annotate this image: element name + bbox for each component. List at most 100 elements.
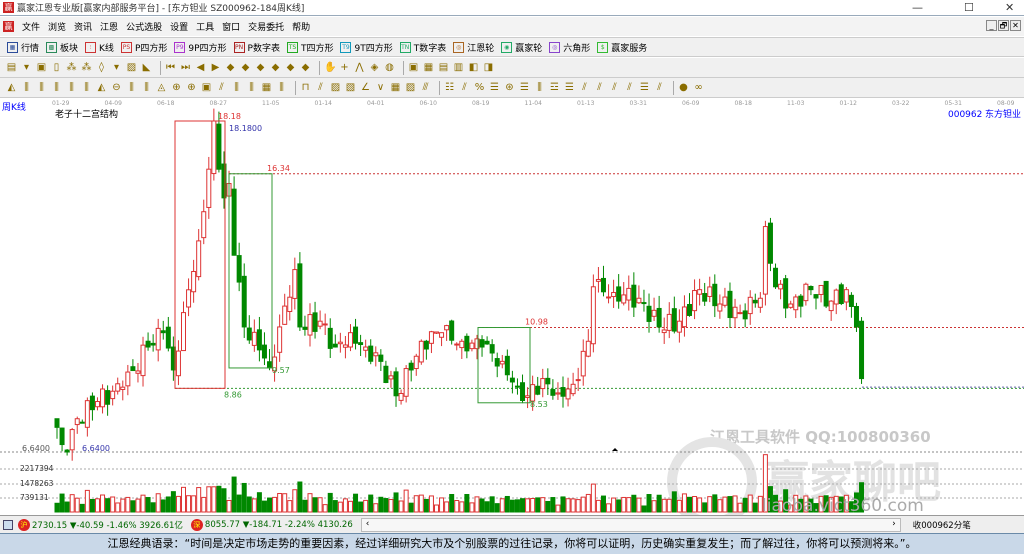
grid-icon[interactable]	[3, 519, 13, 530]
tool-icon[interactable]: ▣	[201, 82, 212, 94]
tool-icon[interactable]: ∠	[360, 82, 371, 94]
tool-icon[interactable]: ⫼	[51, 82, 62, 94]
tool-icon[interactable]: ▣	[36, 62, 47, 74]
tool-icon[interactable]: ◆	[240, 62, 251, 74]
tool-icon[interactable]: ◆	[225, 62, 236, 74]
tool-icon[interactable]: ⫽	[654, 82, 665, 94]
tool-icon[interactable]: ▾	[111, 62, 122, 74]
toolbar-button-0[interactable]: ▦ 行情	[7, 41, 39, 54]
tool-icon[interactable]: ⁂	[66, 62, 77, 74]
tool-icon[interactable]: ⋀	[354, 62, 365, 74]
tool-icon[interactable]: ◬	[156, 82, 167, 94]
toolbar-button-10[interactable]: ◉ 赢家轮	[501, 41, 542, 54]
tool-icon[interactable]: ⫽	[609, 82, 620, 94]
tool-icon[interactable]: ◨	[483, 62, 494, 74]
kline-chart[interactable]: 01-29 04-09 06-18 08-27 11-05 01-14 04-01 06-10…	[0, 97, 1024, 527]
maximize-button[interactable]: ☐	[964, 1, 974, 14]
tool-icon[interactable]: ◣	[141, 62, 152, 74]
tool-icon[interactable]: %	[474, 82, 485, 94]
tool-icon[interactable]: ☷	[444, 82, 455, 94]
tool-icon[interactable]: ◀	[195, 62, 206, 74]
menu-1[interactable]: 浏览	[48, 23, 66, 33]
tool-icon[interactable]: ⫽	[216, 82, 227, 94]
toolbar-button-6[interactable]: TS T四方形	[286, 41, 333, 54]
tool-icon[interactable]: ▨	[126, 62, 137, 74]
tool-icon[interactable]: ⫽	[315, 82, 326, 94]
toolbar-button-7[interactable]: T9 9T四方形	[340, 41, 393, 54]
tool-icon[interactable]: ▾	[21, 62, 32, 74]
tool-icon[interactable]: ⊓	[300, 82, 311, 94]
tool-icon[interactable]: ⊖	[111, 82, 122, 94]
tool-icon[interactable]: ⁂	[81, 62, 92, 74]
tool-icon[interactable]: ◭	[6, 82, 17, 94]
tool-icon[interactable]: ▧	[345, 82, 356, 94]
tool-icon[interactable]: ●	[678, 82, 689, 94]
tool-icon[interactable]: ⫼	[276, 82, 287, 94]
mdi-restore-button[interactable]: 🗗	[998, 20, 1009, 31]
menu-9[interactable]: 帮助	[292, 23, 310, 33]
toolbar-button-3[interactable]: PS P四方形	[120, 41, 167, 54]
menu-4[interactable]: 公式选股	[126, 23, 162, 33]
tool-icon[interactable]: ⫻	[420, 82, 431, 94]
tick-detail-link[interactable]: 收000962分笔	[913, 519, 971, 531]
tool-icon[interactable]: ▤	[6, 62, 17, 74]
tool-icon[interactable]: ▶	[210, 62, 221, 74]
tool-icon[interactable]: ▨	[405, 82, 416, 94]
tool-icon[interactable]: ⊕	[186, 82, 197, 94]
tool-icon[interactable]: ▤	[438, 62, 449, 74]
tool-icon[interactable]: ⫼	[534, 82, 545, 94]
tool-icon[interactable]: ⊛	[504, 82, 515, 94]
tool-icon[interactable]: ▥	[453, 62, 464, 74]
tool-icon[interactable]: ⫼	[21, 82, 32, 94]
tool-icon[interactable]: ▯	[51, 62, 62, 74]
toolbar-button-11[interactable]: ◎ 六角形	[549, 41, 590, 54]
tool-icon[interactable]: ∞	[693, 82, 704, 94]
tool-icon[interactable]: ⫼	[36, 82, 47, 94]
tool-icon[interactable]: ⫽	[624, 82, 635, 94]
menu-8[interactable]: 交易委托	[248, 23, 284, 33]
menu-0[interactable]: 文件	[22, 23, 40, 33]
tool-icon[interactable]: ⫼	[141, 82, 152, 94]
tool-icon[interactable]: ▦	[261, 82, 272, 94]
tool-icon[interactable]: ☰	[639, 82, 650, 94]
app-menu-icon[interactable]: 赢	[3, 21, 14, 32]
toolbar-button-4[interactable]: P9 9P四方形	[174, 41, 227, 54]
menu-2[interactable]: 资讯	[74, 23, 92, 33]
toolbar-button-2[interactable]: ⫶ K线	[85, 41, 114, 54]
tool-icon[interactable]: ⊕	[171, 82, 182, 94]
mdi-minimize-button[interactable]: _	[986, 20, 997, 31]
toolbar-button-5[interactable]: PN P数字表	[233, 41, 280, 54]
tool-icon[interactable]: ⫼	[246, 82, 257, 94]
tool-icon[interactable]: ◆	[270, 62, 281, 74]
tool-icon[interactable]: ▣	[408, 62, 419, 74]
tool-icon[interactable]: ☰	[519, 82, 530, 94]
menu-7[interactable]: 窗口	[222, 23, 240, 33]
tool-icon[interactable]: ◊	[96, 62, 107, 74]
tool-icon[interactable]: ◆	[300, 62, 311, 74]
toolbar-button-12[interactable]: $ 赢家服务	[597, 41, 647, 54]
scroll-right-icon[interactable]: ›	[892, 519, 896, 531]
tool-icon[interactable]: ⫼	[81, 82, 92, 94]
toolbar-button-9[interactable]: ◎ 江恩轮	[453, 41, 494, 54]
toolbar-button-8[interactable]: TN T数字表	[399, 41, 446, 54]
tool-icon[interactable]: ◈	[369, 62, 380, 74]
tool-icon[interactable]: ▦	[423, 62, 434, 74]
close-button[interactable]: ✕	[1005, 1, 1014, 14]
tool-icon[interactable]: ⫼	[66, 82, 77, 94]
tool-icon[interactable]: ∨	[375, 82, 386, 94]
toolbar-button-1[interactable]: ▩ 板块	[46, 41, 78, 54]
minimize-button[interactable]: —	[912, 1, 923, 14]
tool-icon[interactable]: ☲	[549, 82, 560, 94]
tool-icon[interactable]: ⏭	[180, 62, 191, 74]
tool-icon[interactable]: ◧	[468, 62, 479, 74]
tool-icon[interactable]: ☰	[489, 82, 500, 94]
tool-icon[interactable]: ◍	[384, 62, 395, 74]
tool-icon[interactable]: ✋	[324, 62, 336, 74]
tool-icon[interactable]: ☰	[564, 82, 575, 94]
menu-6[interactable]: 工具	[196, 23, 214, 33]
scroll-left-icon[interactable]: ‹	[366, 519, 370, 531]
tool-icon[interactable]: ◆	[255, 62, 266, 74]
tool-icon[interactable]: +	[339, 62, 350, 74]
tool-icon[interactable]: ⫽	[594, 82, 605, 94]
tool-icon[interactable]: ⫼	[126, 82, 137, 94]
